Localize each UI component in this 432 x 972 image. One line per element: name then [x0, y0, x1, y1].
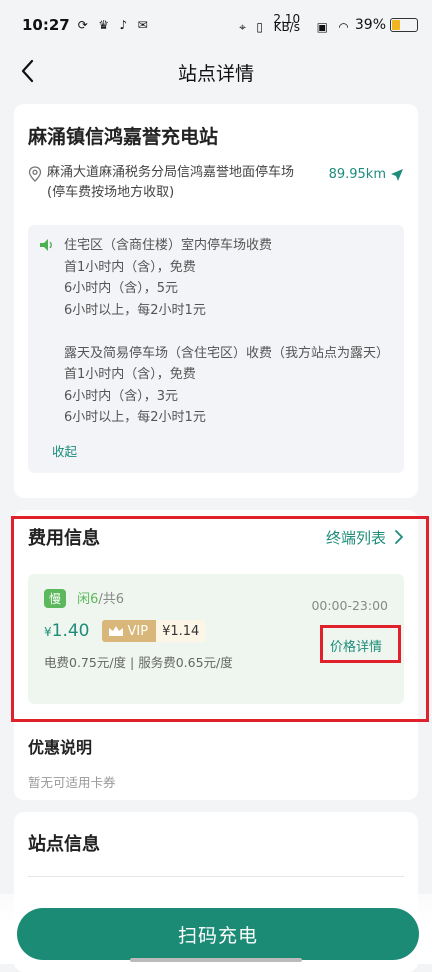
idle-count: 闲6 — [77, 592, 99, 607]
terminal-list-link[interactable]: 终端列表 — [326, 527, 404, 548]
fee-card: 费用信息 终端列表 慢 闲6/共6 00:00-23:00 ¥1.40 VIP … — [14, 510, 418, 800]
discount-title: 优惠说明 — [28, 738, 93, 757]
parking-notice: 住宅区（含商住楼）室内停车场收费 首1小时内（含），免费 6小时内（含），5元 … — [28, 225, 404, 473]
location-icon: ⌖ — [239, 20, 246, 34]
status-bar: 10:27 ⟳ ♛ ♪ ✉ ⌖ ▯ 2.10 KB/s ▣ ◠ 39% — [0, 0, 432, 50]
tiktok-icon: ♪ — [119, 18, 128, 32]
battery-percent: 39% — [354, 17, 386, 33]
fee-detail-box: 慢 闲6/共6 00:00-23:00 ¥1.40 VIP ¥1.14 价格详情… — [28, 574, 404, 704]
battery-icon — [390, 18, 418, 32]
station-name: 麻涌镇信鸿嘉誉充电站 — [28, 126, 219, 148]
discount-text: 暂无可适用卡券 — [28, 775, 116, 790]
slow-charge-badge: 慢 — [44, 589, 67, 608]
price-detail-link[interactable]: 价格详情 — [330, 636, 382, 655]
vip-badge: VIP — [101, 620, 157, 642]
divider — [28, 876, 404, 877]
crown-icon: ♛ — [98, 18, 110, 32]
current-price: ¥1.40 — [44, 621, 90, 641]
collapse-button[interactable]: 收起 — [52, 441, 77, 463]
terminal-list-label: 终端列表 — [325, 528, 386, 547]
back-button[interactable] — [14, 56, 44, 86]
vip-price: ¥1.14 — [156, 620, 206, 642]
station-info-title: 站点信息 — [28, 834, 100, 855]
time-period: 00:00-23:00 — [311, 598, 388, 613]
chevron-right-icon — [395, 530, 403, 544]
network-speed: 2.10 KB/s — [273, 12, 301, 34]
parking-note: (停车费按场地方收取) — [47, 185, 175, 200]
sync-icon: ⟳ — [77, 18, 88, 32]
speaker-icon — [40, 239, 52, 251]
address-row: 麻涌大道麻涌税务分局信鸿嘉誉地面停车场 (停车费按场地方收取) 89.95km — [28, 163, 404, 203]
nav-bar: 站点详情 — [0, 50, 432, 94]
parking-notice-text: 住宅区（含商住楼）室内停车场收费 首1小时内（含），免费 6小时内（含），5元 … — [64, 238, 390, 425]
status-time: 10:27 — [22, 16, 70, 34]
location-pin-icon — [28, 166, 42, 182]
scan-charge-button[interactable]: 扫码充电 — [17, 908, 419, 960]
sim-icon: ▣ — [316, 20, 328, 34]
navigate-icon — [391, 169, 403, 181]
message-icon: ✉ — [137, 18, 148, 32]
crown-icon — [108, 626, 123, 636]
wifi-icon: ◠ — [338, 20, 349, 34]
back-arrow-icon — [21, 59, 34, 83]
total-count: /共6 — [98, 592, 125, 607]
station-card: 麻涌镇信鸿嘉誉充电站 麻涌大道麻涌税务分局信鸿嘉誉地面停车场 (停车费按场地方收… — [14, 104, 418, 498]
fee-title: 费用信息 — [28, 528, 100, 549]
vibrate-icon: ▯ — [256, 20, 263, 34]
distance-value: 89.95km — [328, 167, 386, 182]
page-title: 站点详情 — [177, 62, 254, 85]
station-address: 麻涌大道麻涌税务分局信鸿嘉誉地面停车场 — [47, 165, 295, 180]
home-indicator — [130, 958, 302, 962]
distance-navigate[interactable]: 89.95km — [329, 165, 404, 185]
